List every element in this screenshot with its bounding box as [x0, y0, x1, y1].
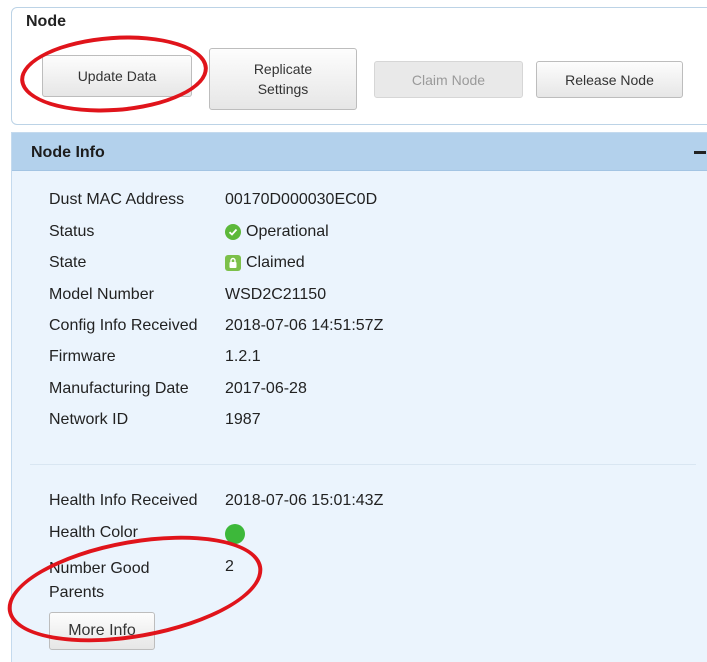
lock-icon	[225, 255, 241, 271]
update-data-button[interactable]: Update Data	[42, 55, 192, 97]
release-node-button[interactable]: Release Node	[536, 61, 683, 98]
health-color-indicator	[225, 524, 245, 544]
field-value-health-received: 2018-07-06 15:01:43Z	[225, 492, 384, 509]
field-value-good-parents: 2	[225, 558, 234, 575]
claim-node-button[interactable]: Claim Node	[374, 61, 523, 98]
field-label-network-id: Network ID	[49, 411, 129, 428]
field-label-good-parents: Number Good Parents	[49, 560, 150, 601]
field-label-health-received: Health Info Received	[49, 492, 198, 509]
node-info-title: Node Info	[31, 144, 105, 161]
field-value-model: WSD2C21150	[225, 286, 327, 303]
field-label-health-color: Health Color	[49, 524, 138, 541]
field-label-config: Config Info Received	[49, 317, 198, 334]
field-label-model: Model Number	[49, 286, 154, 303]
status-text: Operational	[246, 223, 329, 240]
replicate-settings-button[interactable]: Replicate Settings	[209, 48, 357, 110]
field-label-status: Status	[49, 223, 95, 240]
field-label-mfg-date: Manufacturing Date	[49, 380, 189, 397]
collapse-icon[interactable]	[694, 151, 706, 154]
check-icon	[225, 224, 241, 240]
field-value-status: Operational	[225, 223, 329, 241]
field-value-mfg-date: 2017-06-28	[225, 380, 307, 397]
field-value-mac: 00170D000030EC0D	[225, 191, 378, 208]
node-panel-title: Node	[26, 13, 66, 30]
state-text: Claimed	[246, 254, 305, 271]
field-value-config: 2018-07-06 14:51:57Z	[225, 317, 384, 334]
more-info-button[interactable]: More Info	[49, 612, 155, 650]
field-value-state: Claimed	[225, 254, 305, 272]
field-value-firmware: 1.2.1	[225, 348, 261, 365]
field-value-network-id: 1987	[225, 411, 261, 428]
node-info-header[interactable]: Node Info	[12, 133, 707, 171]
field-label-firmware: Firmware	[49, 348, 116, 365]
section-divider	[30, 464, 696, 465]
field-label-state: State	[49, 254, 87, 271]
field-value-health-color	[225, 524, 245, 544]
field-label-mac: Dust MAC Address	[49, 191, 185, 208]
